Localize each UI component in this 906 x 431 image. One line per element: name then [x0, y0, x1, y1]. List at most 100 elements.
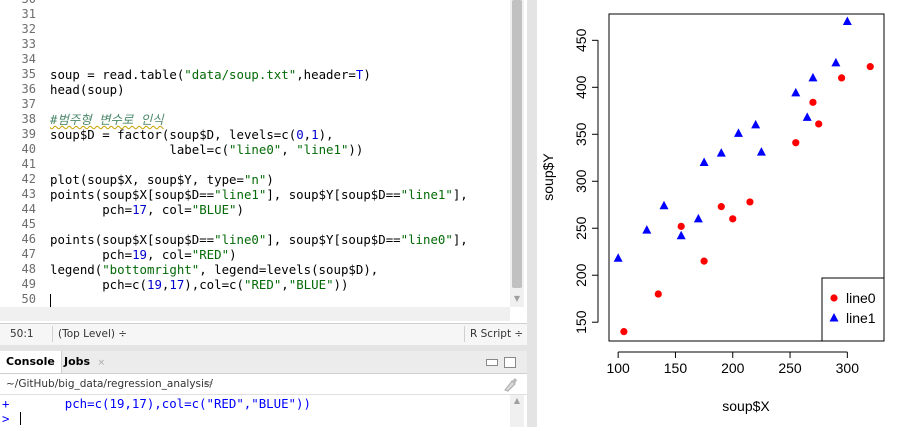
- code-line[interactable]: 30: [0, 0, 510, 7]
- code-token: ,: [303, 127, 312, 142]
- code-line[interactable]: 36 head(soup): [0, 82, 510, 97]
- code-line[interactable]: 49 pch=c(19,17),col=c("RED","BLUE")): [0, 277, 510, 292]
- point-line1: [842, 16, 852, 26]
- code-token: 1: [311, 127, 319, 142]
- line-number: 33: [21, 37, 36, 51]
- code-text: label=c("line0", "line1")): [50, 142, 363, 157]
- x-tick-label: 100: [606, 360, 630, 376]
- point-line0: [654, 290, 662, 298]
- code-token: )): [348, 142, 364, 157]
- line-number: 50: [21, 292, 36, 306]
- code-token: #범주형 변수로 인식: [50, 112, 164, 127]
- point-line0: [700, 257, 708, 265]
- point-line1: [802, 112, 812, 121]
- code-line[interactable]: 42 plot(soup$X, soup$Y, type="n"): [0, 172, 510, 187]
- code-token: 0: [296, 127, 304, 142]
- status-separator: [52, 326, 53, 342]
- pane-divider[interactable]: [527, 0, 537, 427]
- line-number: 32: [21, 22, 36, 36]
- code-token: , legend=levels(soup$D),: [199, 262, 379, 277]
- code-token: "RED": [191, 247, 230, 262]
- go-to-directory-icon[interactable]: ⇨: [204, 374, 213, 394]
- code-line[interactable]: 40 label=c("line0", "line1")): [0, 142, 510, 157]
- code-line[interactable]: 45: [0, 217, 510, 232]
- code-token: ): [229, 247, 237, 262]
- scroll-down-arrow-icon[interactable]: ▼: [510, 293, 524, 305]
- legend-label-line1: line1: [846, 310, 876, 326]
- code-line[interactable]: 46 points(soup$X[soup$D=="line0"], soup$Y…: [0, 232, 510, 247]
- code-token: "data/soup.txt": [184, 67, 297, 82]
- point-line0: [620, 328, 628, 336]
- maximize-pane-icon[interactable]: [504, 357, 516, 368]
- code-token: "line0": [229, 142, 282, 157]
- console-cursor: [20, 412, 21, 425]
- point-line1: [642, 225, 652, 234]
- code-line[interactable]: 32: [0, 22, 510, 37]
- line-number: 34: [21, 52, 36, 66]
- code-line[interactable]: 47 pch=19, col="RED"): [0, 247, 510, 262]
- x-axis-label: soup$X: [722, 398, 770, 414]
- code-line[interactable]: 38 #범주형 변수로 인식: [0, 112, 510, 127]
- code-line[interactable]: 35 soup = read.table("data/soup.txt",head…: [0, 67, 510, 82]
- line-number: 43: [21, 187, 36, 201]
- file-type-selector[interactable]: R Script ÷: [470, 328, 523, 340]
- code-line[interactable]: 48 legend("bottomright", legend=levels(so…: [0, 262, 510, 277]
- working-directory-path: ~/GitHub/big_data/regression_analysis/: [6, 378, 213, 390]
- code-token: pch=: [50, 202, 133, 217]
- y-tick-label: 450: [573, 28, 589, 52]
- editor-vertical-scrollbar[interactable]: ▼: [510, 0, 524, 307]
- minimize-pane-icon[interactable]: [486, 359, 498, 366]
- scope-selector[interactable]: (Top Level) ÷: [58, 328, 127, 340]
- point-line0: [717, 203, 725, 211]
- code-text: points(soup$X[soup$D=="line1"], soup$Y[s…: [50, 187, 468, 202]
- code-line[interactable]: 43 points(soup$X[soup$D=="line1"], soup$Y…: [0, 187, 510, 202]
- working-directory-bar: ~/GitHub/big_data/regression_analysis/ ⇨: [0, 374, 527, 395]
- code-token: ],: [452, 232, 468, 247]
- line-number: 47: [21, 247, 36, 261]
- code-line[interactable]: 34: [0, 52, 510, 67]
- code-line[interactable]: 39 soup$D = factor(soup$D, levels=c(0,1),: [0, 127, 510, 142]
- legend-label-line0: line0: [846, 290, 876, 306]
- editor-scroll-thumb[interactable]: [512, 0, 522, 288]
- console-line: >: [0, 411, 508, 426]
- tab-console[interactable]: Console: [0, 351, 62, 373]
- editor-horizontal-scrollbar[interactable]: [0, 307, 510, 321]
- scroll-up-arrow-icon[interactable]: ▲: [510, 395, 524, 407]
- code-line[interactable]: 50: [0, 292, 510, 307]
- code-line[interactable]: 31: [0, 7, 510, 22]
- code-token: plot(soup$X, soup$Y, type=: [50, 172, 244, 187]
- tab-console-label: Console: [6, 355, 55, 368]
- legend: line0 line1: [821, 277, 885, 342]
- code-token: points(soup$X[soup$D==: [50, 232, 215, 247]
- code-line[interactable]: 33: [0, 37, 510, 52]
- script-editor[interactable]: 303132333435 soup = read.table("data/soup…: [0, 0, 527, 323]
- point-line1: [808, 72, 818, 82]
- code-token: ): [236, 202, 244, 217]
- scatter-plot: 100 150 200 250 300 150 200 250 300 350 400 450 li…: [540, 13, 885, 414]
- code-token: "bottomright": [102, 262, 200, 277]
- y-tick-label: 250: [573, 216, 589, 240]
- line-number: 40: [21, 142, 36, 156]
- cursor-position: 50:1: [10, 328, 34, 340]
- console-output[interactable]: + pch=c(19,17),col=c("RED","BLUE")) > ▲: [0, 395, 527, 427]
- tab-jobs[interactable]: Jobs ×: [58, 351, 111, 373]
- code-token: )): [333, 277, 349, 292]
- line-number: 45: [21, 217, 36, 231]
- code-line[interactable]: 37: [0, 97, 510, 112]
- x-tick-label: 250: [778, 360, 802, 376]
- tab-jobs-label: Jobs: [64, 355, 91, 368]
- code-token: "BLUE": [191, 202, 237, 217]
- y-tick-label: 150: [573, 310, 589, 334]
- line-number: 38: [21, 112, 36, 126]
- console-vertical-scrollbar[interactable]: ▲: [510, 395, 524, 427]
- clear-console-icon[interactable]: [502, 376, 518, 392]
- line-number: 49: [21, 277, 36, 291]
- code-token: "line1": [296, 142, 349, 157]
- code-token: ], soup$Y[soup$D==: [266, 187, 401, 202]
- y-axis-label: soup$Y: [540, 153, 556, 201]
- close-icon[interactable]: ×: [98, 358, 106, 368]
- code-text: points(soup$X[soup$D=="line0"], soup$Y[s…: [50, 232, 468, 247]
- code-line[interactable]: 41: [0, 157, 510, 172]
- code-line[interactable]: 44 pch=17, col="BLUE"): [0, 202, 510, 217]
- editor-status-bar: 50:1 (Top Level) ÷ R Script ÷: [0, 323, 527, 346]
